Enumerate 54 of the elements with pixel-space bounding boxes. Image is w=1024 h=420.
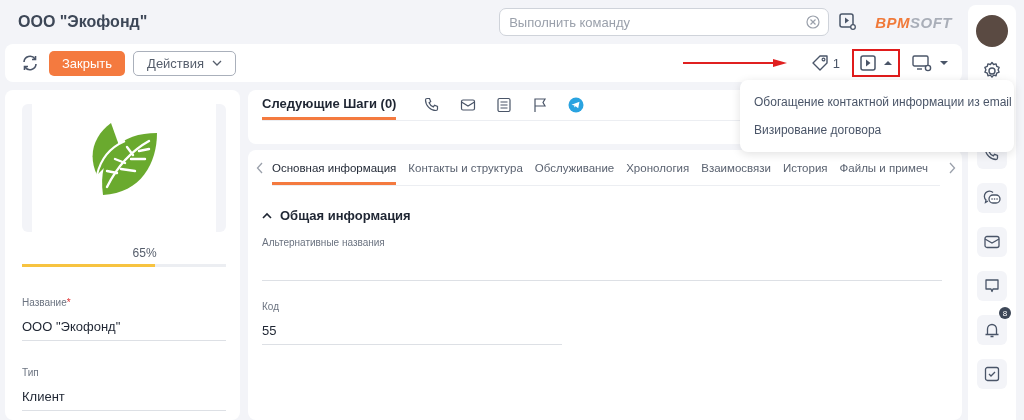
tab[interactable]: История [782,150,828,185]
notification-count: 8 [999,307,1011,319]
command-field[interactable]: Выполнить команду [499,8,830,36]
tab[interactable]: Обслуживание [534,150,615,185]
chat-button[interactable] [977,183,1007,213]
speech-bubble-icon [984,278,1000,294]
page-title: ООО "Экофонд" [18,13,149,31]
settings-icon[interactable] [982,61,1002,81]
field-value[interactable]: Клиент [22,384,226,411]
tag-icon[interactable] [810,54,829,72]
field-value[interactable]: ООО "Экофонд" [22,314,226,341]
phone-icon[interactable] [424,97,441,113]
actions-dropdown[interactable]: Действия [133,50,237,76]
field-label: Альтернативные названия [262,237,386,248]
field-label: Код [262,301,280,312]
caret-icon[interactable] [262,212,272,219]
mail-icon[interactable] [460,97,477,113]
tag-count: 1 [832,55,840,71]
paper-plane-icon[interactable] [568,97,585,113]
play-search-icon[interactable] [839,13,858,31]
tab[interactable]: Основная информация [272,150,397,185]
completeness-percent: 65% [131,246,158,260]
tab[interactable]: Взаимосвязи [701,150,771,185]
mail-button[interactable] [977,227,1007,257]
caret-icon[interactable] [940,60,948,66]
notifications-button[interactable] [977,315,1007,345]
tab[interactable]: Файлы и примеч [839,150,928,185]
tasks-button[interactable] [977,359,1007,389]
mail-icon [984,235,1000,249]
chat-bubbles-icon [983,190,1001,206]
caret-icon [884,60,892,66]
play-icon [860,55,876,71]
comment-button[interactable] [977,271,1007,301]
next-steps-tab[interactable]: Следующие Шаги (0) [262,90,397,120]
field-label: Тип [22,367,40,378]
bell-icon [984,322,1000,338]
notes-icon[interactable] [496,97,513,113]
chevron-right-icon[interactable] [948,162,956,174]
field-value[interactable]: 55 [262,318,562,345]
tab[interactable]: Контакты и структура [408,150,523,185]
chevron-left-icon[interactable] [256,162,264,174]
logo: BPMSOFT [875,13,952,31]
process-button[interactable] [852,49,900,77]
chevron-down-icon [212,60,223,66]
avatar[interactable] [976,15,1008,47]
clear-icon[interactable] [806,15,821,29]
checkbox-icon [984,366,1000,382]
menu-item[interactable]: Визирование договора [740,116,1014,144]
field-label: Название* [22,297,72,308]
flag-icon[interactable] [532,97,549,113]
section-title[interactable]: Общая информация [280,208,411,223]
tab[interactable]: Хронология [626,150,690,185]
menu-item[interactable]: Обогащение контактной информации из email [740,88,1014,116]
refresh-icon[interactable] [21,54,39,72]
